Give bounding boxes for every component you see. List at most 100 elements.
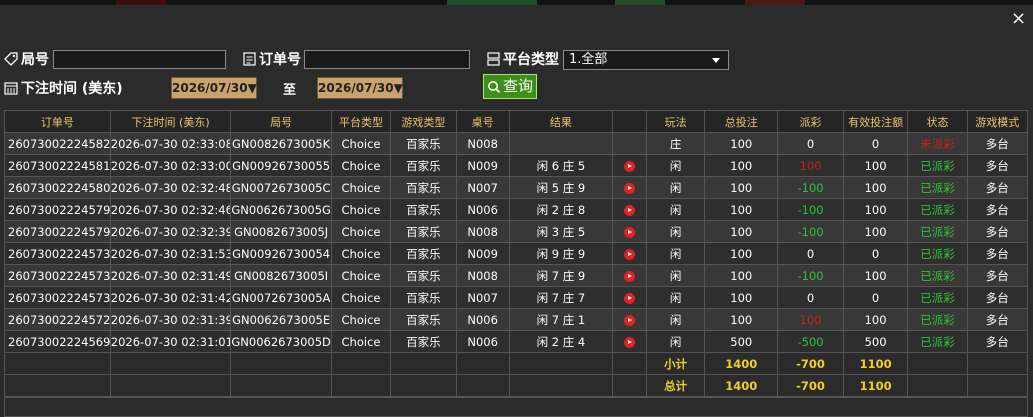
dropdown-triangle-icon: ▼: [247, 81, 257, 95]
replay-cell[interactable]: [612, 330, 648, 353]
result-cell: 闲 2 庄 8: [508, 198, 614, 221]
column-header: 订单号: [4, 110, 111, 133]
empty-cell: [966, 374, 1029, 397]
date-to-picker[interactable]: 2026/07/30▼: [317, 77, 403, 99]
replay-cell[interactable]: [612, 154, 648, 177]
round-cell: GN0062673005D: [230, 330, 332, 353]
column-header: 玩法: [646, 110, 706, 133]
valid-bet-cell: 100: [842, 198, 909, 221]
date-from-value: 2026/07/30: [172, 81, 248, 95]
table-row: 260730022245730 2026-07-30 02:31:42 GN0072…: [4, 286, 1029, 309]
table-number-cell: N006: [455, 308, 510, 331]
game-mode-cell: 多台: [966, 198, 1029, 221]
game-mode-cell: 多台: [966, 264, 1029, 287]
result-cell: 闲 3 庄 5: [508, 220, 614, 243]
total-bet-cell: 1400: [704, 374, 779, 397]
replay-cell[interactable]: [612, 308, 648, 331]
total-bet-cell: 100: [704, 264, 779, 287]
platform-cell: Choice: [330, 154, 392, 177]
replay-cell[interactable]: [612, 264, 648, 287]
close-button[interactable]: ×: [1011, 8, 1026, 30]
valid-bet-cell: 100: [842, 220, 909, 243]
table-row: 260730022245736 2026-07-30 02:31:49 GN0082…: [4, 264, 1029, 287]
table-number-cell: N009: [455, 154, 510, 177]
column-header: 游戏类型: [390, 110, 457, 133]
table-number-cell: N008: [455, 220, 510, 243]
order-cell: 260730022245800: [4, 176, 111, 199]
play-video-icon[interactable]: [624, 292, 636, 304]
platform-cell: Choice: [330, 264, 392, 287]
play-video-icon[interactable]: [624, 270, 636, 282]
status-cell: 已派彩: [907, 176, 968, 199]
valid-bet-cell: 100: [842, 264, 909, 287]
play-video-icon[interactable]: [624, 314, 636, 326]
game-mode-cell: 多台: [966, 330, 1029, 353]
table-number-cell: N006: [455, 330, 510, 353]
subtotal-valid-cell: 1100: [842, 352, 909, 375]
result-cell: 闲 7 庄 9: [508, 264, 614, 287]
play-video-icon[interactable]: [624, 160, 636, 172]
empty-cell: [966, 352, 1029, 375]
round-input[interactable]: [53, 50, 226, 69]
platform-selected-value: 1.全部: [569, 52, 608, 67]
total-bet-cell: 100: [704, 242, 779, 265]
time-cell: 2026-07-30 02:31:53: [109, 242, 232, 265]
query-button[interactable]: 查询: [483, 74, 537, 99]
time-cell: 2026-07-30 02:33:08: [109, 132, 232, 155]
date-range-separator: 至: [283, 83, 297, 98]
search-icon: [487, 80, 501, 93]
order-label-text: 订单号: [259, 52, 301, 68]
total-bet-cell: 100: [704, 220, 779, 243]
round-cell: GN00926730054: [230, 242, 332, 265]
round-cell: GN0082673005I: [230, 264, 332, 287]
replay-cell[interactable]: [612, 220, 648, 243]
bet-type-cell: 闲: [646, 286, 706, 309]
status-cell: 已派彩: [907, 220, 968, 243]
status-cell: 已派彩: [907, 286, 968, 309]
game-type-cell: 百家乐: [390, 198, 457, 221]
tag-icon: [4, 52, 18, 66]
replay-cell[interactable]: [612, 176, 648, 199]
time-cell: 2026-07-30 02:32:46: [109, 198, 232, 221]
game-mode-cell: 多台: [966, 286, 1029, 309]
platform-cell: Choice: [330, 242, 392, 265]
valid-bet-cell: 100: [842, 154, 909, 177]
total-bet-cell: 100: [704, 198, 779, 221]
round-cell: GN0082673005J: [230, 220, 332, 243]
date-from-picker[interactable]: 2026/07/30▼: [171, 77, 257, 99]
play-video-icon[interactable]: [624, 182, 636, 194]
empty-cell: [508, 352, 614, 375]
table-row: 260730022245727 2026-07-30 02:31:39 GN0062…: [4, 308, 1029, 331]
total-valid-cell: 1100: [842, 374, 909, 397]
total-bet-cell: 100: [704, 286, 779, 309]
time-cell: 2026-07-30 02:32:39: [109, 220, 232, 243]
game-mode-cell: 多台: [966, 132, 1029, 155]
bet-type-cell: 闲: [646, 330, 706, 353]
platform-cell: Choice: [330, 220, 392, 243]
replay-cell[interactable]: [612, 286, 648, 309]
table-row: 260730022245693 2026-07-30 02:31:01 GN0062…: [4, 330, 1029, 353]
game-type-cell: 百家乐: [390, 176, 457, 199]
platform-select[interactable]: 1.全部: [563, 50, 729, 70]
empty-cell: [390, 352, 457, 375]
empty-cell: [455, 352, 510, 375]
table-number-cell: N007: [455, 176, 510, 199]
empty-cell: [907, 374, 968, 397]
play-video-icon[interactable]: [624, 336, 636, 348]
play-video-icon[interactable]: [624, 248, 636, 260]
platform-label-text: 平台类型: [503, 52, 559, 68]
column-header: 平台类型: [330, 110, 392, 133]
game-mode-cell: 多台: [966, 176, 1029, 199]
play-video-icon[interactable]: [624, 226, 636, 238]
valid-bet-cell: 500: [842, 330, 909, 353]
game-type-cell: 百家乐: [390, 242, 457, 265]
table-row: 260730022245793 2026-07-30 02:32:39 GN0082…: [4, 220, 1029, 243]
valid-bet-cell: 0: [842, 286, 909, 309]
column-header: 结果: [508, 110, 614, 133]
empty-cell: [4, 374, 111, 397]
play-video-icon[interactable]: [624, 204, 636, 216]
replay-cell[interactable]: [612, 242, 648, 265]
table-header-row: 订单号 下注时间 (美东) 局号 平台类型 游戏类型 桌号 结果 玩法 总投注 …: [4, 110, 1029, 133]
order-input[interactable]: [304, 50, 470, 69]
replay-cell[interactable]: [612, 198, 648, 221]
